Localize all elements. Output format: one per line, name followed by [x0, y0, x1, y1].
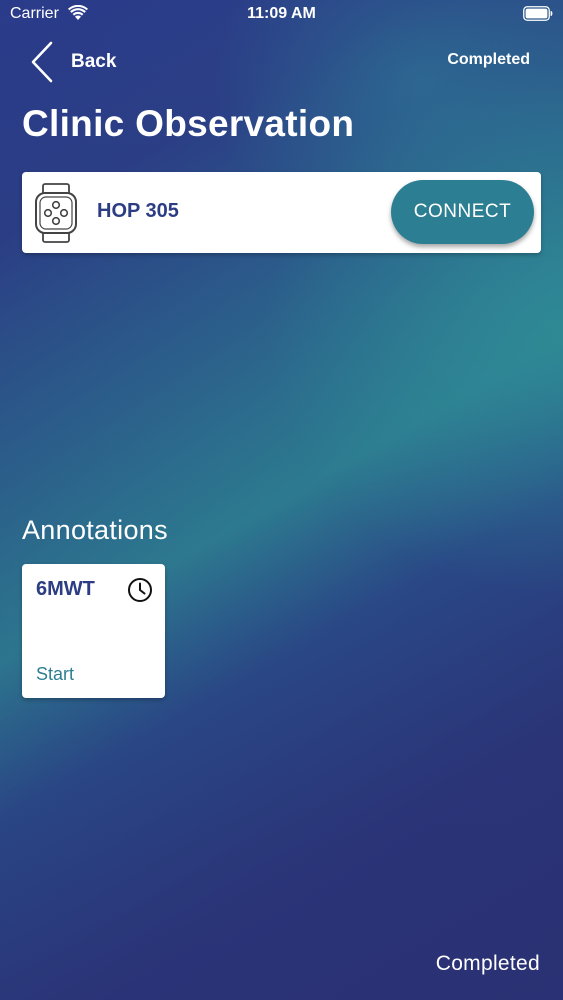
connect-button[interactable]: CONNECT — [391, 180, 534, 244]
clock-icon — [128, 578, 152, 602]
navigation-bar: Back Completed — [0, 38, 563, 84]
annotation-name: 6MWT — [36, 578, 95, 600]
device-card: HOP 305 CONNECT — [22, 172, 541, 253]
status-time: 11:09 AM — [247, 5, 316, 22]
back-button[interactable]: Back — [28, 40, 116, 84]
page-title: Clinic Observation — [22, 103, 355, 144]
annotation-card-6mwt[interactable]: 6MWT Start — [22, 564, 165, 698]
chevron-left-icon — [31, 41, 53, 83]
back-label: Back — [71, 51, 117, 72]
smartwatch-icon — [35, 183, 77, 243]
completed-footer-button[interactable]: Completed — [436, 952, 540, 976]
annotation-start-link[interactable]: Start — [36, 664, 74, 685]
background-gradient — [0, 0, 563, 1000]
completed-nav-button[interactable]: Completed — [447, 51, 530, 69]
battery-icon — [523, 6, 553, 21]
annotations-heading: Annotations — [22, 515, 168, 545]
status-bar: Carrier 11:09 AM — [0, 0, 563, 30]
device-name: HOP 305 — [97, 200, 179, 222]
